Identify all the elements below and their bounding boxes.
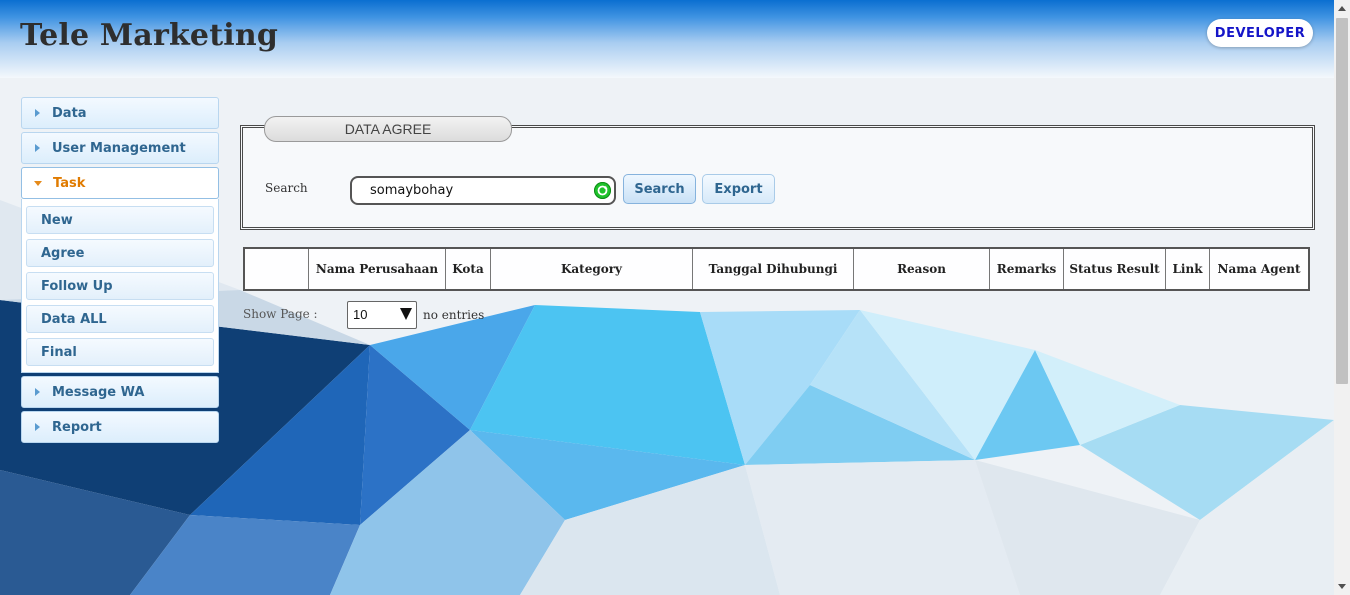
search-label: Search: [265, 181, 308, 195]
entries-label: no entries: [423, 308, 485, 322]
column-header-kota[interactable]: Kota: [445, 247, 491, 291]
search-input[interactable]: [370, 181, 580, 199]
sidebar-item-message-wa[interactable]: Message WA: [21, 376, 219, 408]
sidebar-item-report[interactable]: Report: [21, 411, 219, 443]
scroll-up-icon[interactable]: [1338, 6, 1346, 11]
column-header-nama-perusahaan[interactable]: Nama Perusahaan: [308, 247, 446, 291]
refresh-icon[interactable]: [594, 182, 611, 199]
submenu-item-new[interactable]: New: [26, 206, 214, 234]
search-button[interactable]: Search: [623, 174, 696, 204]
column-header-tanggal-dihubungi[interactable]: Tanggal Dihubungi: [692, 247, 854, 291]
sidebar-item-label: Message WA: [52, 384, 145, 400]
user-role-button[interactable]: DEVELOPER: [1207, 19, 1313, 47]
submenu-item-follow-up[interactable]: Follow Up: [26, 272, 214, 300]
column-header-reason[interactable]: Reason: [853, 247, 990, 291]
page-size-value: 10: [353, 307, 368, 322]
column-header-nama-agent[interactable]: Nama Agent: [1209, 247, 1310, 291]
sidebar-item-data[interactable]: Data: [21, 97, 219, 129]
sidebar-item-label: Data: [52, 105, 87, 121]
column-header-link[interactable]: Link: [1165, 247, 1210, 291]
vertical-scrollbar[interactable]: [1334, 0, 1350, 595]
sidebar-item-user-management[interactable]: User Management: [21, 132, 219, 164]
submenu-item-data-all[interactable]: Data ALL: [26, 305, 214, 333]
column-header-status-result[interactable]: Status Result: [1063, 247, 1166, 291]
scroll-down-icon[interactable]: [1338, 584, 1346, 589]
caret-right-icon: [35, 388, 40, 396]
app-header: Tele Marketing DEVELOPER: [0, 0, 1334, 78]
chevron-down-icon: [400, 308, 412, 320]
column-header-kategory[interactable]: Kategory: [490, 247, 693, 291]
panel-title: DATA AGREE: [264, 116, 512, 142]
caret-right-icon: [35, 109, 40, 117]
sidebar-item-task[interactable]: Task: [21, 167, 219, 199]
caret-right-icon: [35, 423, 40, 431]
sidebar-item-label: User Management: [52, 140, 186, 156]
sidebar-item-label: Report: [52, 419, 102, 435]
app-title: Tele Marketing: [20, 18, 279, 53]
sidebar-item-label: Task: [53, 175, 86, 191]
sidebar-nav: Data User Management Task New Agree Foll…: [21, 97, 219, 446]
task-submenu: New Agree Follow Up Data ALL Final: [21, 199, 219, 373]
export-button[interactable]: Export: [702, 174, 775, 204]
show-page-label: Show Page :: [243, 307, 318, 321]
scrollbar-thumb[interactable]: [1336, 18, 1348, 384]
caret-down-icon: [34, 180, 42, 186]
submenu-item-final[interactable]: Final: [26, 338, 214, 366]
column-header-select[interactable]: [243, 247, 309, 291]
page-size-select[interactable]: 10: [347, 301, 417, 329]
column-header-remarks[interactable]: Remarks: [989, 247, 1064, 291]
table-header-row: Nama Perusahaan Kota Kategory Tanggal Di…: [243, 247, 1310, 291]
submenu-item-agree[interactable]: Agree: [26, 239, 214, 267]
search-field: [350, 176, 616, 205]
results-table: Nama Perusahaan Kota Kategory Tanggal Di…: [243, 247, 1310, 291]
caret-right-icon: [35, 144, 40, 152]
